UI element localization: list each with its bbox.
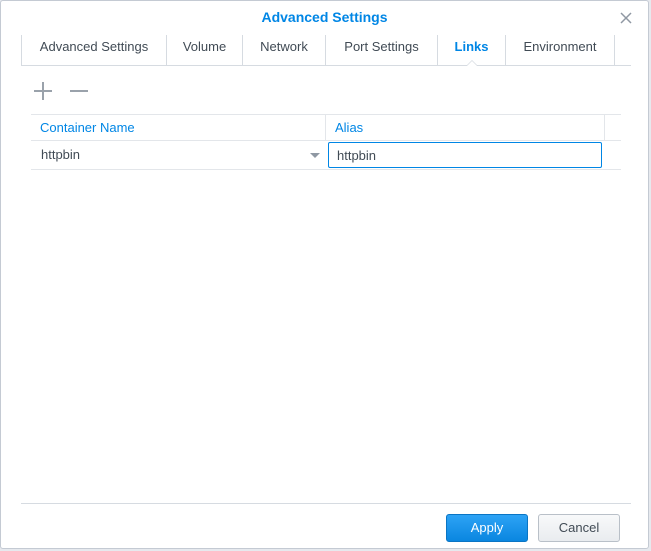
table-row: httpbin [31, 141, 621, 170]
tab-environment[interactable]: Environment [506, 35, 615, 65]
tab-network[interactable]: Network [243, 35, 326, 65]
dialog-title: Advanced Settings [261, 9, 388, 25]
tab-port-settings[interactable]: Port Settings [326, 35, 438, 65]
plus-icon [34, 82, 52, 100]
advanced-settings-dialog: Advanced Settings Advanced Settings Volu… [0, 0, 649, 549]
minus-icon [70, 90, 88, 92]
close-icon [620, 12, 632, 24]
column-header-container-name[interactable]: Container Name [31, 115, 326, 141]
chevron-down-icon [310, 153, 320, 158]
dialog-footer: Apply Cancel [21, 503, 631, 550]
alias-input[interactable] [328, 142, 602, 168]
tab-advanced-settings[interactable]: Advanced Settings [21, 35, 167, 65]
tab-volume[interactable]: Volume [167, 35, 243, 65]
add-link-button[interactable] [31, 79, 55, 103]
title-bar: Advanced Settings [1, 1, 648, 35]
links-grid: Container Name Alias httpbin [31, 114, 621, 170]
column-header-alias[interactable]: Alias [326, 115, 605, 141]
tab-links-label: Links [454, 39, 489, 54]
grid-header: Container Name Alias [31, 114, 621, 141]
tab-bar: Advanced Settings Volume Network Port Se… [21, 35, 631, 66]
tab-links[interactable]: Links [438, 35, 506, 66]
container-name-value: httpbin [41, 147, 81, 162]
apply-button[interactable]: Apply [446, 514, 528, 542]
container-name-dropdown[interactable]: httpbin [31, 141, 326, 169]
active-tab-indicator [465, 60, 478, 66]
remove-link-button[interactable] [67, 79, 91, 103]
cancel-button[interactable]: Cancel [538, 514, 620, 542]
close-button[interactable] [618, 10, 634, 26]
